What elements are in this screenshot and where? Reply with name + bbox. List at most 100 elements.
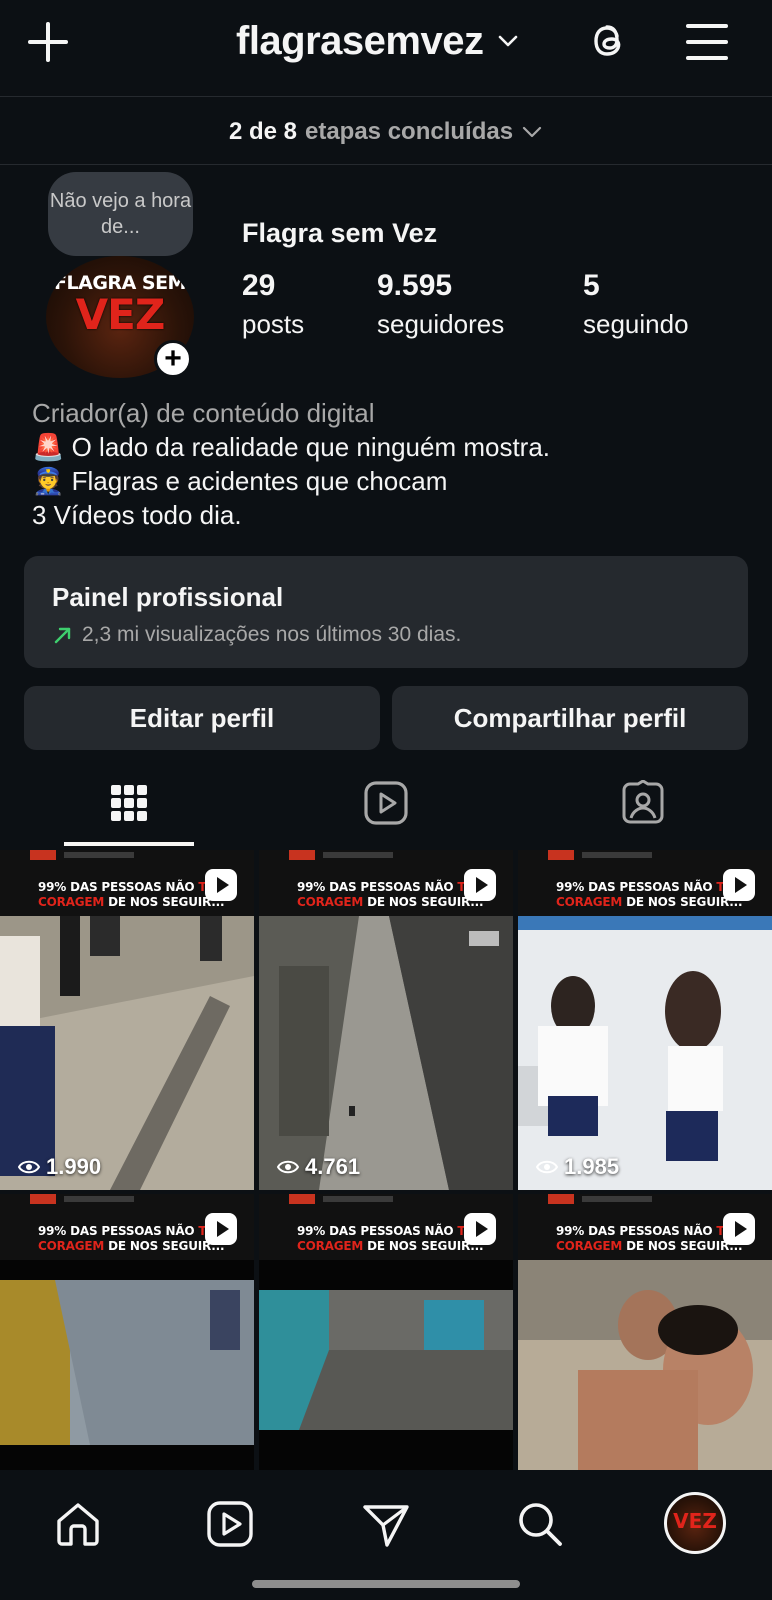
followers-count[interactable]: 9.595 seguidores <box>377 268 504 344</box>
direct-icon <box>363 1505 409 1547</box>
post-image <box>259 1260 513 1470</box>
tab-reels[interactable] <box>257 760 514 846</box>
eye-icon <box>277 1160 299 1174</box>
nav-home[interactable] <box>50 1496 106 1552</box>
top-bar: flagrasemvez <box>0 0 772 96</box>
post-thumbnail[interactable]: 99% DAS PESSOAS NÃO TECORAGEM DE NOS SEG… <box>518 850 772 1190</box>
avatar-logo-text: VEZ <box>75 290 166 339</box>
post-image <box>518 1260 772 1470</box>
view-count: 4.761 <box>277 1154 360 1180</box>
view-count-text: 1.985 <box>564 1154 620 1179</box>
nav-direct[interactable] <box>358 1496 414 1552</box>
police-emoji: 👮 <box>32 466 65 496</box>
view-count-text: 1.990 <box>46 1154 102 1179</box>
post-thumbnail[interactable]: 99% DAS PESSOAS NÃO TECORAGEM DE NOS SEG… <box>259 850 513 1190</box>
avatar-logo-text: VEZ <box>673 1509 717 1533</box>
active-tab-indicator <box>64 842 194 846</box>
posts-count[interactable]: 29 posts <box>242 268 304 344</box>
bio-category: Criador(a) de conteúdo digital <box>32 398 375 428</box>
tab-tagged[interactable] <box>514 760 771 846</box>
home-icon <box>57 1503 99 1546</box>
following-count[interactable]: 5 seguindo <box>583 268 689 344</box>
divider <box>0 164 772 165</box>
note-bubble[interactable]: Não vejo a hora de... <box>48 172 193 256</box>
create-plus-icon[interactable] <box>26 20 70 64</box>
eye-icon <box>18 1160 40 1174</box>
search-icon <box>519 1503 562 1546</box>
brand-mark <box>548 1194 668 1206</box>
bio-line: 🚨 O lado da realidade que ninguém mostra… <box>32 430 550 464</box>
reel-badge-icon <box>205 869 237 901</box>
share-profile-button[interactable]: Compartilhar perfil <box>392 686 748 750</box>
stat-label: seguindo <box>583 309 689 339</box>
post-image <box>0 1260 254 1470</box>
steps-label: etapas concluídas <box>304 118 514 145</box>
post-headline: 99% DAS PESSOAS NÃO TECORAGEM DE NOS SEG… <box>297 1224 484 1253</box>
divider <box>0 96 772 97</box>
display-name: Flagra sem Vez <box>242 218 438 248</box>
reel-badge-icon <box>464 869 496 901</box>
brand-mark <box>30 1194 150 1206</box>
bio-line: 👮 Flagras e acidentes que chocam <box>32 464 550 498</box>
post-headline: 99% DAS PESSOAS NÃO TECORAGEM DE NOS SEG… <box>38 1224 225 1253</box>
menu-icon[interactable] <box>686 22 728 62</box>
eye-icon <box>536 1160 558 1174</box>
nav-profile-avatar[interactable]: VEZ <box>664 1492 726 1554</box>
brand-mark <box>30 850 150 862</box>
reels-icon <box>363 781 408 825</box>
account-switcher[interactable]: flagrasemvez <box>236 16 519 66</box>
trend-up-icon <box>54 627 71 644</box>
setup-steps[interactable]: 2 de 8 etapas concluídas <box>0 112 772 152</box>
stat-value: 9.595 <box>377 269 453 302</box>
steps-progress: 2 de 8 <box>228 118 297 145</box>
post-thumbnail[interactable]: 99% DAS PESSOAS NÃO TECORAGEM DE NOS SEG… <box>518 1194 772 1470</box>
panel-subtitle: 2,3 mi visualizações nos últimos 30 dias… <box>52 623 720 647</box>
brand-mark <box>289 850 409 862</box>
chevron-down-icon <box>499 35 518 47</box>
stat-label: posts <box>242 309 305 339</box>
post-headline: 99% DAS PESSOAS NÃO TECORAGEM DE NOS SEG… <box>297 880 484 909</box>
post-headline: 99% DAS PESSOAS NÃO TECORAGEM DE NOS SEG… <box>556 880 743 909</box>
siren-emoji: 🚨 <box>32 432 65 462</box>
tagged-icon <box>622 780 663 824</box>
reel-badge-icon <box>464 1213 496 1245</box>
post-headline: 99% DAS PESSOAS NÃO TECORAGEM DE NOS SEG… <box>38 880 225 909</box>
home-indicator[interactable] <box>252 1580 520 1588</box>
bio-text: Flagras e acidentes que chocam <box>71 466 448 496</box>
reel-badge-icon <box>723 1213 755 1245</box>
view-count: 1.985 <box>536 1154 619 1180</box>
post-headline: 99% DAS PESSOAS NÃO TECORAGEM DE NOS SEG… <box>556 1224 743 1253</box>
username: flagrasemvez <box>236 18 484 63</box>
brand-mark <box>548 850 668 862</box>
chevron-down-icon <box>522 126 542 138</box>
edit-profile-button[interactable]: Editar perfil <box>24 686 380 750</box>
bio: Criador(a) de conteúdo digital 🚨 O lado … <box>32 396 550 532</box>
bio-text: O lado da realidade que ninguém mostra. <box>71 432 551 462</box>
stat-value: 5 <box>583 269 600 302</box>
post-image <box>518 916 772 1190</box>
panel-title: Painel profissional <box>52 582 284 612</box>
reels-icon <box>207 1501 253 1547</box>
nav-search[interactable] <box>512 1496 568 1552</box>
grid-icon <box>110 785 147 821</box>
stat-label: seguidores <box>377 309 505 339</box>
post-thumbnail[interactable]: 99% DAS PESSOAS NÃO TECORAGEM DE NOS SEG… <box>0 1194 254 1470</box>
post-image <box>259 916 513 1190</box>
panel-subtitle-text: 2,3 mi visualizações nos últimos 30 dias… <box>82 623 462 646</box>
bio-line: 3 Vídeos todo dia. <box>32 498 550 532</box>
posts-grid: 99% DAS PESSOAS NÃO TECORAGEM DE NOS SEG… <box>0 850 772 1470</box>
stat-value: 29 <box>242 269 276 302</box>
brand-mark <box>289 1194 409 1206</box>
view-count: 1.990 <box>18 1154 101 1180</box>
tab-posts-grid[interactable] <box>0 760 257 846</box>
view-count-text: 4.761 <box>305 1154 361 1179</box>
post-image <box>0 916 254 1190</box>
reel-badge-icon <box>205 1213 237 1245</box>
post-thumbnail[interactable]: 99% DAS PESSOAS NÃO TECORAGEM DE NOS SEG… <box>259 1194 513 1470</box>
nav-reels[interactable] <box>202 1496 258 1552</box>
threads-icon[interactable] <box>586 18 632 64</box>
post-thumbnail[interactable]: 99% DAS PESSOAS NÃO TECORAGEM DE NOS SEG… <box>0 850 254 1190</box>
add-story-plus-icon[interactable]: + <box>154 340 192 378</box>
reel-badge-icon <box>723 869 755 901</box>
professional-dashboard[interactable]: Painel profissional 2,3 mi visualizações… <box>24 556 748 668</box>
